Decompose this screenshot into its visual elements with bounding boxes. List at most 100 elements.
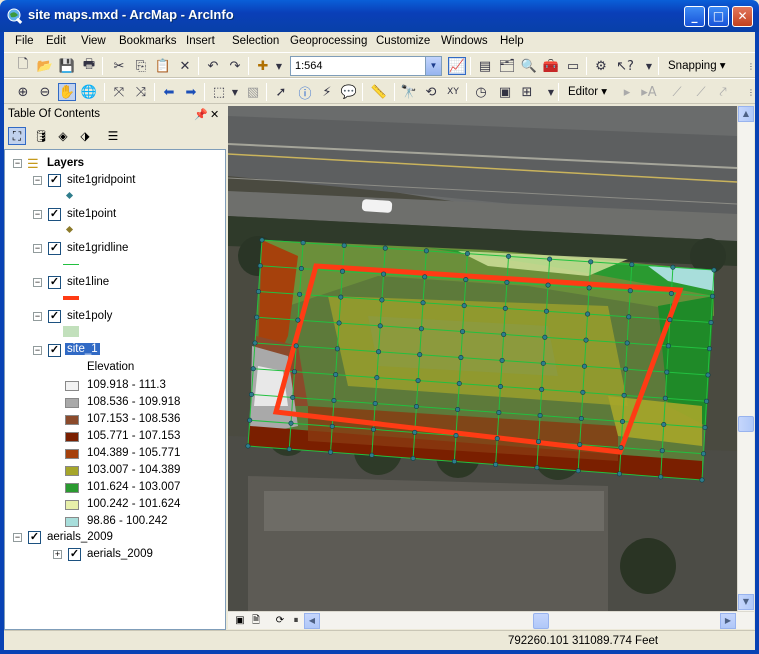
list-by-source-icon[interactable]: 🛢 <box>32 127 50 145</box>
map-vertical-scrollbar[interactable]: ▲ ▼ <box>737 106 754 611</box>
collapse-icon[interactable]: − <box>33 244 42 253</box>
pin-icon[interactable]: 📌 <box>194 108 208 121</box>
layer-visibility-checkbox[interactable]: ✓ <box>48 310 61 323</box>
layer-visibility-checkbox[interactable]: ✓ <box>68 548 81 561</box>
maximize-button[interactable]: □ <box>708 6 729 27</box>
editor-toolbar-icon[interactable]: 📈 <box>448 57 466 75</box>
menu-selection[interactable]: Selection <box>232 35 279 47</box>
toc-options-icon[interactable]: ☰ <box>104 127 122 145</box>
scroll-right-arrow[interactable]: ▶ <box>720 613 736 629</box>
new-document-icon[interactable]: 🗋 <box>14 57 32 75</box>
paste-icon[interactable]: 📋 <box>154 57 172 75</box>
close-icon[interactable]: ✕ <box>210 108 219 121</box>
layer-visibility-checkbox[interactable]: ✓ <box>28 531 41 544</box>
minimize-button[interactable]: _ <box>684 6 705 27</box>
menu-edit[interactable]: Edit <box>46 35 66 47</box>
expand-icon[interactable]: + <box>53 550 62 559</box>
refresh-icon[interactable]: ⟳ <box>272 613 288 629</box>
collapse-icon[interactable]: − <box>13 533 22 542</box>
zoom-out-icon[interactable]: ⊖ <box>36 83 54 101</box>
cut-icon[interactable]: ✂ <box>110 57 128 75</box>
menu-help[interactable]: Help <box>500 35 524 47</box>
forward-arrow-icon[interactable]: ➡ <box>182 83 200 101</box>
map-canvas[interactable] <box>228 106 737 611</box>
print-icon[interactable]: 🖶 <box>80 57 98 75</box>
layer-group-row-aerials_2009[interactable]: − ✓ aerials_2009 <box>5 530 225 546</box>
menu-file[interactable]: File <box>15 35 34 47</box>
measure-ruler-icon[interactable]: 📏 <box>370 83 388 101</box>
scroll-down-arrow[interactable]: ▼ <box>738 594 754 610</box>
save-icon[interactable]: 💾 <box>58 57 76 75</box>
data-view-icon[interactable]: ▣ <box>232 613 248 629</box>
list-by-selection-icon[interactable]: ⬗ <box>76 127 94 145</box>
layer-row-aerials_2009[interactable]: + ✓ aerials_2009 <box>5 547 225 563</box>
trace-icon[interactable]: ⤤ <box>714 83 732 101</box>
search-window-icon[interactable]: 🔍 <box>520 57 538 75</box>
python-window-icon[interactable]: ▭ <box>564 57 582 75</box>
layer-row-site_1[interactable]: − ✓ site_1 <box>5 343 225 359</box>
layers-root-row[interactable]: − ☰ Layers <box>5 156 225 172</box>
menu-insert[interactable]: Insert <box>186 35 215 47</box>
menu-view[interactable]: View <box>81 35 106 47</box>
toolbar-options-icon[interactable]: ⋮ <box>742 57 759 75</box>
close-button[interactable]: ✕ <box>732 6 753 27</box>
scroll-left-arrow[interactable]: ◀ <box>304 613 320 629</box>
map-display[interactable] <box>228 106 737 611</box>
chevron-down-icon[interactable]: ▼ <box>270 57 288 75</box>
chevron-down-icon[interactable]: ▼ <box>226 83 244 101</box>
snapping-menu-button[interactable]: Snapping ▾ <box>668 58 726 72</box>
full-extent-globe-icon[interactable]: 🌐 <box>80 83 98 101</box>
toolbar-options-icon[interactable]: ⋮ <box>742 83 759 101</box>
fixed-zoom-out-icon[interactable]: ⤨ <box>132 83 150 101</box>
layer-row-site1point[interactable]: − ✓ site1point <box>5 207 225 223</box>
list-by-visibility-icon[interactable]: ◈ <box>54 127 72 145</box>
chevron-down-icon[interactable]: ▼ <box>425 57 441 75</box>
layer-row-site1gridpoint[interactable]: − ✓ site1gridpoint <box>5 173 225 189</box>
undo-icon[interactable]: ↶ <box>204 57 222 75</box>
layer-row-site1line[interactable]: − ✓ site1line <box>5 275 225 291</box>
zoom-in-icon[interactable]: ⊕ <box>14 83 32 101</box>
layer-visibility-checkbox[interactable]: ✓ <box>48 242 61 255</box>
editor-menu-button[interactable]: Editor ▾ <box>568 84 607 98</box>
menu-bookmarks[interactable]: Bookmarks <box>119 35 177 47</box>
pan-hand-icon[interactable]: ✋ <box>58 83 76 101</box>
clear-selection-icon[interactable]: ▧ <box>244 83 262 101</box>
edit-tool-icon[interactable]: ▸ <box>618 83 636 101</box>
find-route-icon[interactable]: ⟲ <box>422 83 440 101</box>
select-elements-arrow-icon[interactable]: ➚ <box>272 83 290 101</box>
menu-customize[interactable]: Customize <box>376 35 430 47</box>
arctoolbox-icon[interactable]: 🧰 <box>542 57 560 75</box>
delete-icon[interactable]: ✕ <box>176 57 194 75</box>
collapse-icon[interactable]: − <box>33 312 42 321</box>
scroll-up-arrow[interactable]: ▲ <box>738 106 754 122</box>
menu-windows[interactable]: Windows <box>441 35 488 47</box>
copy-icon[interactable]: ⎘ <box>132 57 150 75</box>
layer-visibility-checkbox[interactable]: ✓ <box>48 344 61 357</box>
collapse-icon[interactable]: − <box>13 159 22 168</box>
layer-row-site1gridline[interactable]: − ✓ site1gridline <box>5 241 225 257</box>
menu-geoprocessing[interactable]: Geoprocessing <box>290 35 367 47</box>
create-viewer-window-icon[interactable]: ▣ <box>496 83 514 101</box>
list-by-drawing-order-icon[interactable]: ⛶ <box>8 127 26 145</box>
go-to-xy-icon[interactable]: XY <box>444 83 462 101</box>
open-folder-icon[interactable]: 📂 <box>36 57 54 75</box>
layer-visibility-checkbox[interactable]: ✓ <box>48 276 61 289</box>
edit-annotation-icon[interactable]: ▸A <box>640 83 658 101</box>
find-binoculars-icon[interactable]: 🔭 <box>400 83 418 101</box>
horizontal-scroll-thumb[interactable] <box>533 613 549 629</box>
vertical-scroll-thumb[interactable] <box>738 416 754 432</box>
back-arrow-icon[interactable]: ⬅ <box>160 83 178 101</box>
collapse-icon[interactable]: − <box>33 278 42 287</box>
layer-row-site1poly[interactable]: − ✓ site1poly <box>5 309 225 325</box>
collapse-icon[interactable]: − <box>33 346 42 355</box>
hyperlink-icon[interactable]: ⚡ <box>318 83 336 101</box>
collapse-icon[interactable]: − <box>33 176 42 185</box>
html-popup-icon[interactable]: 💬 <box>340 83 358 101</box>
map-scale-combobox[interactable]: 1:564 ▼ <box>290 56 442 76</box>
layout-view-icon[interactable]: 🗎 <box>248 613 264 629</box>
pause-drawing-icon[interactable]: ⏸ <box>288 613 304 629</box>
time-slider-icon[interactable]: ◷ <box>472 83 490 101</box>
straight-segment-icon[interactable]: ⟋ <box>668 83 686 101</box>
whats-this-help-icon[interactable]: ↖? <box>616 57 634 75</box>
table-of-contents-icon[interactable]: ▤ <box>476 57 494 75</box>
